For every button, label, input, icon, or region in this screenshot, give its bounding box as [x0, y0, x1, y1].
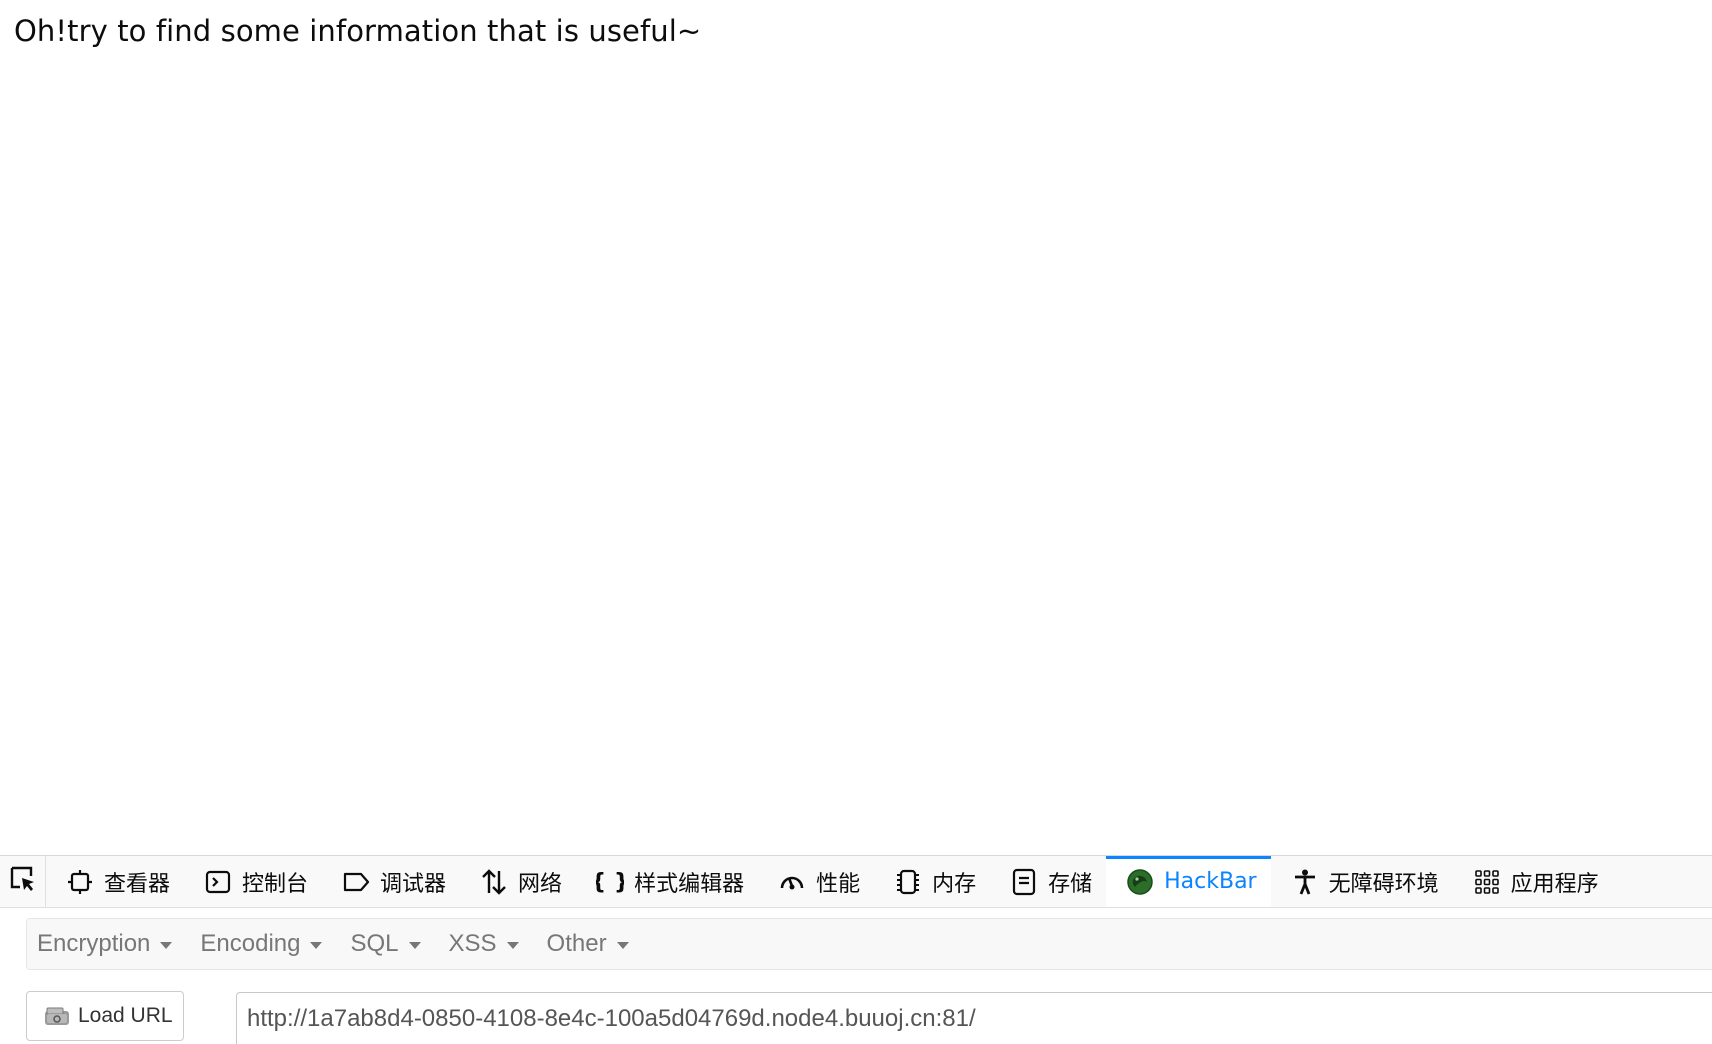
element-picker-button[interactable] — [0, 856, 46, 907]
tab-memory[interactable]: 内存 — [874, 856, 990, 907]
menu-other[interactable]: Other — [537, 919, 647, 969]
tab-hackbar[interactable]: HackBar — [1106, 856, 1272, 907]
menu-label: XSS — [448, 930, 497, 957]
page-content: Oh!try to find some information that is … — [0, 0, 1712, 855]
menu-encryption[interactable]: Encryption — [27, 919, 190, 969]
network-icon — [480, 868, 508, 896]
tab-label: 样式编辑器 — [634, 871, 745, 897]
tab-application[interactable]: 应用程序 — [1453, 856, 1613, 907]
tab-accessibility[interactable]: 无障碍环境 — [1271, 856, 1453, 907]
devtools-panel: 查看器 控制台 调试器 网络 样式编辑器 性能 内存 存储 HackBar 无障… — [0, 855, 1712, 1044]
tab-label: 无障碍环境 — [1328, 871, 1439, 897]
load-url-icon — [44, 1005, 70, 1027]
caret-down-icon — [310, 941, 323, 949]
tab-debugger[interactable]: 调试器 — [322, 856, 460, 907]
tab-label: 应用程序 — [1510, 871, 1599, 897]
style-editor-icon: { } — [596, 868, 624, 896]
devtools-tabbar: 查看器 控制台 调试器 网络 样式编辑器 性能 内存 存储 HackBar 无障… — [0, 856, 1712, 908]
tab-performance[interactable]: 性能 — [758, 856, 874, 907]
tab-label: 内存 — [932, 871, 977, 897]
page-message: Oh!try to find some information that is … — [14, 14, 702, 48]
caret-down-icon — [506, 941, 519, 949]
tab-label: HackBar — [1164, 869, 1257, 894]
menu-label: SQL — [350, 930, 399, 957]
tab-style-editor[interactable]: { } 样式编辑器 — [576, 856, 758, 907]
menu-label: Encryption — [37, 930, 151, 957]
memory-icon — [894, 868, 922, 896]
menu-sql[interactable]: SQL — [340, 919, 438, 969]
tab-label: 查看器 — [104, 871, 171, 897]
menu-xss[interactable]: XSS — [439, 919, 537, 969]
inspector-icon — [66, 868, 94, 896]
tab-label: 控制台 — [242, 871, 309, 897]
hackbar-menu: Encryption Encoding SQL XSS Other — [26, 918, 1712, 970]
load-url-label: Load URL — [78, 1004, 173, 1027]
caret-down-icon — [616, 941, 629, 949]
caret-down-icon — [408, 941, 421, 949]
url-input[interactable] — [236, 992, 1712, 1044]
tab-inspector[interactable]: 查看器 — [46, 856, 184, 907]
tab-label: 网络 — [518, 871, 563, 897]
caret-down-icon — [160, 941, 173, 949]
menu-label: Encoding — [200, 930, 301, 957]
accessibility-icon — [1291, 868, 1319, 896]
svg-text:{ }: { } — [596, 870, 624, 895]
tab-label: 存储 — [1048, 871, 1093, 897]
tab-network[interactable]: 网络 — [460, 856, 576, 907]
debugger-icon — [342, 868, 370, 896]
load-url-button[interactable]: Load URL — [26, 991, 184, 1041]
performance-icon — [778, 868, 806, 896]
tab-console[interactable]: 控制台 — [184, 856, 322, 907]
menu-label: Other — [546, 930, 607, 957]
application-icon — [1473, 868, 1501, 896]
menu-encoding[interactable]: Encoding — [190, 919, 340, 969]
storage-icon — [1010, 868, 1038, 896]
tab-label: 性能 — [816, 871, 861, 897]
console-icon — [204, 868, 232, 896]
hackbar-icon — [1126, 868, 1154, 896]
tab-storage[interactable]: 存储 — [990, 856, 1106, 907]
element-picker-icon — [9, 865, 37, 898]
tab-label: 调试器 — [380, 871, 447, 897]
